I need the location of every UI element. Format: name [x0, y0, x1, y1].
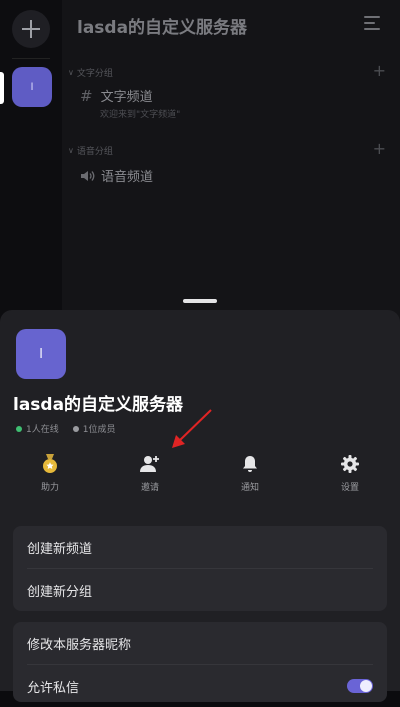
- chevron-down-icon: ∨: [68, 146, 74, 155]
- online-dot: [16, 425, 22, 432]
- notification-button[interactable]: 通知: [200, 454, 300, 493]
- member-dot: [72, 425, 79, 432]
- plus-icon: [22, 20, 40, 38]
- text-channel-name: 文字频道: [100, 90, 153, 105]
- toggle-knob: [360, 680, 372, 692]
- server-icon[interactable]: l: [12, 67, 52, 107]
- text-group-header[interactable]: ∨ 文字分组: [68, 66, 113, 79]
- bell-icon: [240, 454, 260, 474]
- create-group-item[interactable]: 创建新分组: [13, 569, 387, 611]
- notification-label: 通知: [240, 483, 259, 493]
- rail-divider: [12, 58, 50, 59]
- allow-dm-label: 允许私信: [27, 680, 80, 696]
- voice-channel-item[interactable]: 语音频道: [80, 166, 153, 185]
- gear-icon: [340, 454, 360, 474]
- settings-card: 修改本服务器昵称 允许私信: [13, 622, 387, 702]
- boost-label: 助力: [40, 483, 59, 493]
- sheet-server-icon-letter: l: [39, 346, 43, 362]
- create-channel-item[interactable]: 创建新频道: [13, 526, 387, 568]
- server-stats: 1人在线 1位成员: [16, 422, 129, 435]
- voice-group-label: 语音分组: [76, 147, 113, 157]
- text-channel-item[interactable]: # 文字频道: [80, 86, 153, 106]
- add-server-button[interactable]: [12, 10, 50, 48]
- add-text-channel-icon[interactable]: +: [373, 61, 386, 80]
- online-count-text: 1人在线: [26, 425, 59, 435]
- create-card: 创建新频道 创建新分组: [13, 526, 387, 611]
- sheet-server-icon: l: [16, 329, 66, 379]
- hash-icon: #: [80, 86, 93, 105]
- boost-button[interactable]: 助力: [0, 454, 100, 493]
- sheet-server-name: lasda的自定义服务器: [13, 395, 184, 415]
- voice-group-header[interactable]: ∨ 语音分组: [68, 144, 113, 157]
- add-voice-channel-icon[interactable]: +: [373, 139, 386, 158]
- sheet-drag-handle[interactable]: [183, 299, 217, 303]
- edit-nickname-label: 修改本服务器昵称: [27, 637, 132, 653]
- settings-button[interactable]: 设置: [300, 454, 400, 493]
- invite-user-icon: [140, 454, 160, 474]
- invite-label: 邀请: [140, 483, 159, 493]
- allow-dm-item[interactable]: 允许私信: [13, 665, 387, 707]
- member-count: 1位成员: [72, 422, 116, 435]
- edit-nickname-item[interactable]: 修改本服务器昵称: [13, 622, 387, 664]
- chevron-down-icon: ∨: [68, 68, 74, 77]
- text-channel-description: 欢迎来到"文字频道": [100, 110, 181, 120]
- speaker-icon: [81, 170, 95, 181]
- member-count-text: 1位成员: [82, 425, 116, 435]
- server-info-sheet: l lasda的自定义服务器 1人在线 1位成员 助力 邀请 通知 设置 创建新…: [0, 310, 400, 702]
- online-count: 1人在线: [16, 422, 59, 435]
- settings-label: 设置: [340, 483, 359, 493]
- boost-medal-icon: [40, 454, 60, 474]
- invite-button[interactable]: 邀请: [100, 454, 200, 493]
- text-group-label: 文字分组: [76, 69, 113, 79]
- selected-server-indicator: [0, 72, 4, 104]
- create-channel-label: 创建新频道: [27, 541, 93, 557]
- menu-icon[interactable]: [364, 16, 380, 30]
- server-title[interactable]: lasda的自定义服务器: [77, 13, 247, 38]
- voice-channel-name: 语音频道: [101, 170, 154, 185]
- action-bar: 助力 邀请 通知 设置: [0, 454, 400, 493]
- server-icon-letter: l: [30, 81, 34, 93]
- create-group-label: 创建新分组: [27, 584, 93, 600]
